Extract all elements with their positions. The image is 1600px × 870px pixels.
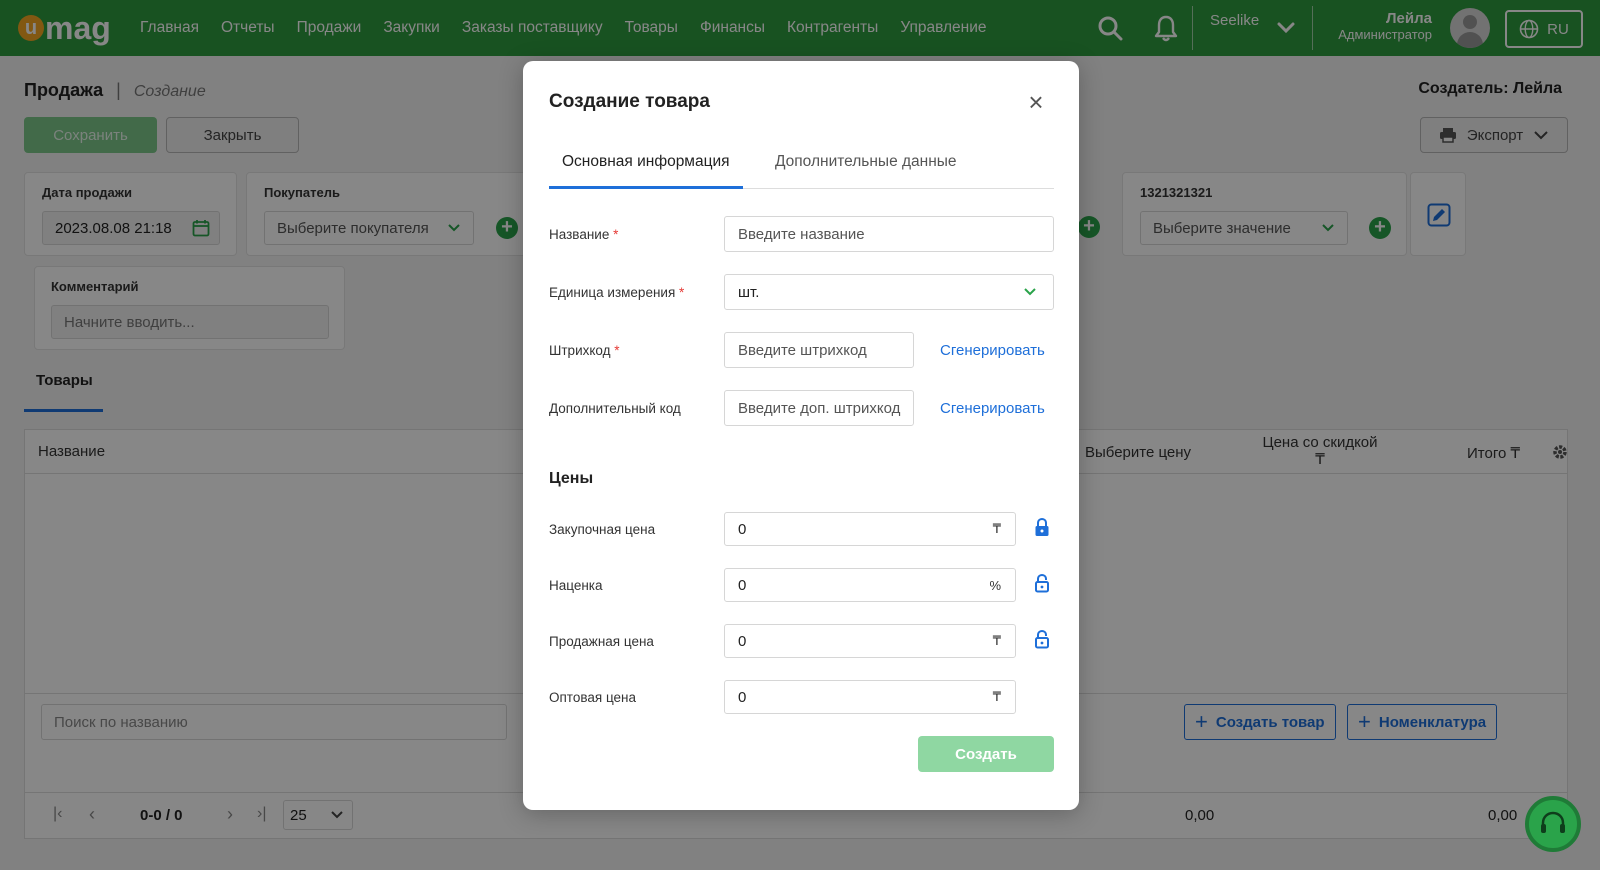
barcode-placeholder: Введите штрихкод <box>738 341 867 359</box>
chevron-down-icon <box>1024 288 1036 296</box>
name-label: Название * <box>549 227 619 242</box>
create-product-modal: Создание товара × Основная информация До… <box>523 61 1079 810</box>
wholesale-price-input[interactable]: 0 ₸ <box>724 680 1016 714</box>
markup-value: 0 <box>738 576 747 594</box>
generate-extra-code-link[interactable]: Сгенерировать <box>940 400 1045 417</box>
tenge-symbol: ₸ <box>992 521 1001 536</box>
required-mark: * <box>614 343 620 358</box>
lock-open-icon[interactable] <box>1034 629 1050 649</box>
sale-price-input[interactable]: 0 ₸ <box>724 624 1016 658</box>
extra-code-placeholder: Введите доп. штрихкод <box>738 399 901 417</box>
extra-code-input[interactable]: Введите доп. штрихкод <box>724 390 914 426</box>
unit-label: Единица измерения * <box>549 285 685 300</box>
required-mark: * <box>613 227 619 242</box>
markup-label: Наценка <box>549 578 603 593</box>
generate-barcode-link[interactable]: Сгенерировать <box>940 342 1045 359</box>
modal-title: Создание товара <box>549 91 710 112</box>
create-button[interactable]: Создать <box>918 736 1054 772</box>
purchase-price-input[interactable]: 0 ₸ <box>724 512 1016 546</box>
purchase-price-label: Закупочная цена <box>549 522 656 537</box>
unit-value: шт. <box>738 283 760 301</box>
lock-closed-icon[interactable] <box>1034 517 1050 537</box>
sale-price-value: 0 <box>738 632 747 650</box>
tab-extra-data[interactable]: Дополнительные данные <box>775 153 957 171</box>
purchase-price-value: 0 <box>738 520 747 538</box>
lock-open-icon[interactable] <box>1034 573 1050 593</box>
close-icon[interactable]: × <box>1026 89 1046 115</box>
modal-tabs: Основная информация Дополнительные данны… <box>549 145 1054 189</box>
name-input[interactable]: Введите название <box>724 216 1054 252</box>
name-placeholder: Введите название <box>738 225 865 243</box>
wholesale-price-value: 0 <box>738 688 747 706</box>
headset-icon <box>1541 811 1565 833</box>
required-mark: * <box>679 285 685 300</box>
extra-code-label: Дополнительный код <box>549 401 681 416</box>
active-tab-underline <box>549 186 743 189</box>
tenge-symbol: ₸ <box>992 689 1001 704</box>
support-chat-button[interactable] <box>1525 796 1581 852</box>
tab-main-info[interactable]: Основная информация <box>562 153 730 171</box>
sale-price-label: Продажная цена <box>549 634 654 649</box>
wholesale-price-label: Оптовая цена <box>549 690 636 705</box>
tenge-symbol: ₸ <box>992 633 1001 648</box>
prices-heading: Цены <box>549 470 594 487</box>
percent-symbol: % <box>989 577 1001 593</box>
barcode-label: Штрихкод * <box>549 343 620 358</box>
markup-input[interactable]: 0 % <box>724 568 1016 602</box>
barcode-input[interactable]: Введите штрихкод <box>724 332 914 368</box>
unit-select[interactable]: шт. <box>724 274 1054 310</box>
